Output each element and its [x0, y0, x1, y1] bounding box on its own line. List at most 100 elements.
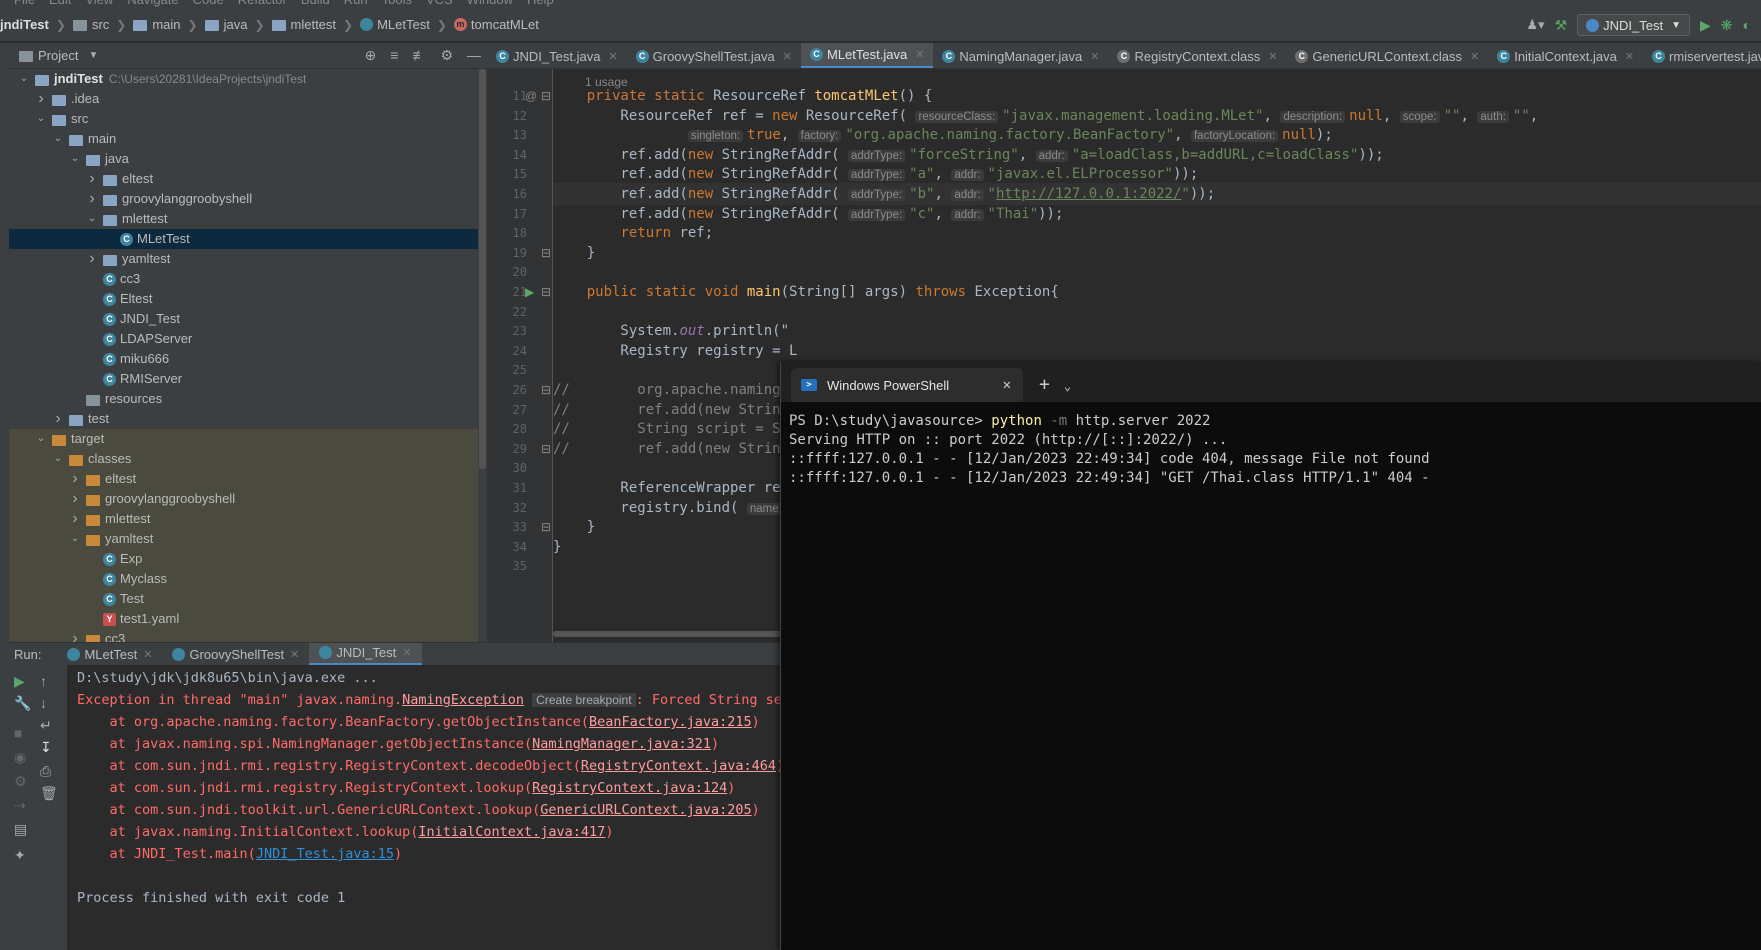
- locate-target-icon[interactable]: ⊕: [365, 47, 377, 64]
- tree-node-groovylanggroobyshell[interactable]: › groovylanggroobyshell: [9, 489, 487, 509]
- tree-node-classes[interactable]: ⌄ classes: [9, 449, 487, 469]
- tree-scroll-thumb[interactable]: [479, 69, 486, 469]
- breadcrumb-item[interactable]: main: [133, 17, 181, 32]
- tree-node-resources[interactable]: resources: [9, 389, 487, 409]
- tab-jndi-test-java[interactable]: C JNDI_Test.java ✕: [487, 43, 627, 68]
- tree-node-cc3[interactable]: Ccc3: [9, 269, 487, 289]
- expand-all-icon[interactable]: ≡: [390, 47, 398, 64]
- tree-node-yamltest[interactable]: ⌄ yamltest: [9, 529, 487, 549]
- chevron-right-icon[interactable]: ›: [51, 409, 65, 429]
- tab-mlettest-java[interactable]: C MLetTest.java ✕: [800, 43, 934, 68]
- menu-item-refactor[interactable]: Refactor: [238, 0, 287, 7]
- close-icon[interactable]: ✕: [1625, 50, 1634, 63]
- menu-item-help[interactable]: Help: [527, 0, 554, 7]
- layout-icon[interactable]: ▤: [14, 821, 27, 838]
- close-icon[interactable]: ✕: [783, 50, 792, 63]
- tree-node-jndi-test[interactable]: C JNDI_Test: [9, 309, 487, 329]
- tree-node-yamltest[interactable]: › yamltest: [9, 249, 487, 269]
- menu-item-run[interactable]: Run: [344, 0, 368, 7]
- stack-frame-link[interactable]: RegistryContext.java:464: [581, 758, 776, 774]
- chevron-down-icon[interactable]: ⌄: [34, 109, 48, 129]
- editor-horizontal-scrollbar[interactable]: [553, 631, 813, 637]
- tree-node--idea[interactable]: › .idea: [9, 89, 487, 109]
- run-icon[interactable]: ▶: [1700, 17, 1711, 34]
- menu-item-navigate[interactable]: Navigate: [127, 0, 178, 7]
- run-tab-mlettest[interactable]: MLetTest ✕: [57, 643, 162, 666]
- breadcrumb-item[interactable]: jndiTest: [0, 17, 49, 32]
- rerun-icon[interactable]: ▶: [14, 673, 25, 690]
- chevron-right-icon[interactable]: ›: [85, 169, 99, 189]
- chevron-down-icon[interactable]: ⌄: [68, 149, 82, 169]
- tree-node-target[interactable]: ⌄ target: [9, 429, 487, 449]
- chevron-down-icon[interactable]: ⌄: [51, 449, 65, 469]
- menu-item-code[interactable]: Code: [193, 0, 224, 7]
- tree-node-exp[interactable]: C Exp: [9, 549, 487, 569]
- tab-registrycontext-class[interactable]: C RegistryContext.class ✕: [1108, 43, 1286, 68]
- tree-node-test1-yaml[interactable]: Ytest1.yaml: [9, 609, 487, 629]
- tree-node-ldapserver[interactable]: C LDAPServer: [9, 329, 487, 349]
- new-tab-plus-icon[interactable]: +: [1039, 374, 1050, 395]
- close-icon[interactable]: ✕: [1470, 50, 1479, 63]
- gear-icon[interactable]: ⚙: [440, 47, 453, 64]
- tree-node-test[interactable]: C Test: [9, 589, 487, 609]
- breadcrumb-item[interactable]: src: [72, 17, 109, 32]
- menu-item-file[interactable]: File: [14, 0, 35, 7]
- menu-item-window[interactable]: Window: [467, 0, 513, 7]
- fold-marker-icon[interactable]: ⊟: [541, 383, 551, 397]
- tree-node-eltest[interactable]: › eltest: [9, 169, 487, 189]
- run-configuration-select[interactable]: JNDI_Test ▼: [1577, 14, 1691, 36]
- tree-node-cc3[interactable]: › cc3: [9, 629, 487, 642]
- project-panel-title[interactable]: Project: [38, 48, 78, 63]
- stack-frame-link[interactable]: InitialContext.java:417: [418, 824, 605, 840]
- menu-item-view[interactable]: View: [85, 0, 113, 7]
- tree-node-mlettest[interactable]: C MLetTest: [9, 229, 487, 249]
- close-icon[interactable]: ✕: [402, 646, 411, 659]
- close-icon[interactable]: ✕: [290, 648, 299, 661]
- tab-genericurlcontext-class[interactable]: C GenericURLContext.class ✕: [1286, 43, 1488, 68]
- close-icon[interactable]: ✕: [915, 48, 924, 61]
- stack-frame-link[interactable]: GenericURLContext.java:205: [540, 802, 751, 818]
- chevron-down-icon[interactable]: ⌄: [68, 529, 82, 549]
- tree-node-miku666[interactable]: Cmiku666: [9, 349, 487, 369]
- tree-node-eltest[interactable]: C Eltest: [9, 289, 487, 309]
- pin-icon[interactable]: ✦: [14, 847, 26, 864]
- tab-initialcontext-java[interactable]: C InitialContext.java ✕: [1488, 43, 1643, 68]
- chevron-down-icon[interactable]: ⌄: [1064, 379, 1071, 393]
- exit-icon[interactable]: ⇢: [14, 797, 26, 814]
- chevron-right-icon[interactable]: ›: [85, 249, 99, 269]
- chevron-right-icon[interactable]: ›: [85, 189, 99, 209]
- tab-groovyshelltest-java[interactable]: C GroovyShellTest.java ✕: [627, 43, 801, 68]
- print-icon[interactable]: ⎙: [40, 763, 51, 780]
- up-arrow-icon[interactable]: ↑: [40, 673, 47, 689]
- scroll-to-end-icon[interactable]: ↧: [40, 739, 52, 756]
- menu-item-tools[interactable]: Tools: [382, 0, 412, 7]
- chevron-down-icon[interactable]: ⌄: [85, 209, 99, 229]
- debug-bug-icon[interactable]: ❋: [1721, 17, 1733, 34]
- menu-item-build[interactable]: Build: [301, 0, 330, 7]
- url-literal[interactable]: http://127.0.0.1:2022/: [996, 186, 1181, 202]
- powershell-tab[interactable]: > Windows PowerShell ✕: [791, 368, 1023, 402]
- close-icon[interactable]: ✕: [608, 50, 617, 63]
- soft-wrap-icon[interactable]: ↵: [40, 717, 52, 734]
- close-icon[interactable]: ✕: [1268, 50, 1277, 63]
- fold-marker-icon[interactable]: ⊟: [541, 442, 551, 456]
- fold-marker-icon[interactable]: ⊟: [541, 89, 551, 103]
- run-tab-jndi-test[interactable]: JNDI_Test ✕: [309, 642, 422, 666]
- settings-icon[interactable]: ⚙: [14, 773, 27, 790]
- stack-frame-link[interactable]: RegistryContext.java:124: [532, 780, 727, 796]
- close-icon[interactable]: ✕: [1090, 50, 1099, 63]
- fold-marker-icon[interactable]: ⊟: [541, 246, 551, 260]
- chevron-down-icon[interactable]: ▼: [88, 50, 98, 61]
- trash-icon[interactable]: 🗑: [40, 785, 58, 802]
- tree-scrollbar[interactable]: [478, 69, 487, 642]
- create-breakpoint-button[interactable]: Create breakpoint: [532, 693, 636, 707]
- breadcrumb-item[interactable]: java: [204, 17, 247, 32]
- stack-frame-link[interactable]: JNDI_Test.java:15: [256, 846, 394, 862]
- stack-frame-link[interactable]: NamingManager.java:321: [532, 736, 711, 752]
- tree-node-mlettest[interactable]: ⌄ mlettest: [9, 209, 487, 229]
- powershell-terminal[interactable]: PS D:\study\javasource> python -m http.s…: [781, 402, 1761, 950]
- tree-node-test[interactable]: › test: [9, 409, 487, 429]
- build-hammer-icon[interactable]: ⚒: [1555, 17, 1568, 34]
- tree-node-mlettest[interactable]: › mlettest: [9, 509, 487, 529]
- tree-node-eltest[interactable]: › eltest: [9, 469, 487, 489]
